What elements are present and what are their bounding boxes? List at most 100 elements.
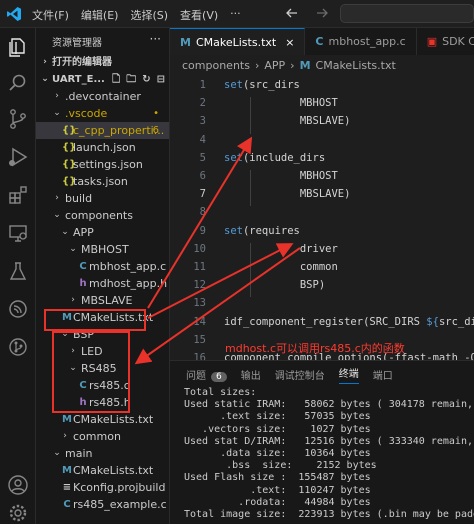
run-debug-icon[interactable] [7, 146, 29, 168]
editor-tab-label: mbhost_app.c [328, 35, 406, 48]
code-line: idf_component_register(SRC_DIRS ${src_di… [224, 315, 474, 328]
tree-folder[interactable]: ⌄ components [36, 207, 169, 224]
tree-file[interactable]: M CMakeLists.txt [36, 462, 169, 479]
remote-explorer-icon[interactable] [7, 222, 29, 244]
line-number: 9 [199, 224, 206, 237]
breadcrumb-item-components[interactable]: components [182, 59, 250, 72]
editor-tab[interactable]: ▣ SDK Configu [416, 28, 474, 55]
tree-folder[interactable]: › common [36, 428, 169, 445]
account-icon[interactable] [7, 474, 29, 496]
panel-tab-ports[interactable]: 端口 [373, 367, 393, 382]
annotation-text: mdhost.c可以调用rs485.c内的函数 [225, 342, 405, 355]
tree-folder[interactable]: ⌄ MBHOST [36, 241, 169, 258]
breadcrumb-separator-icon: › [254, 58, 260, 72]
chevron-right-icon: › [43, 57, 47, 67]
menu-more[interactable]: ··· [230, 7, 241, 23]
menu-edit[interactable]: 编辑(E) [81, 7, 119, 23]
editor-tab[interactable]: M CMakeLists.txt × [170, 28, 306, 55]
menu-file[interactable]: 文件(F) [32, 7, 69, 23]
tree-folder[interactable]: › MBSLAVE [36, 292, 169, 309]
line-number: 8 [199, 206, 206, 219]
tree-item-label: main [65, 447, 93, 460]
editor-tab-label: CMakeLists.txt [195, 35, 277, 49]
settings-gear-icon[interactable] [7, 502, 29, 524]
open-editors-section[interactable]: › 打开的编辑器 [36, 54, 169, 71]
workspace-section[interactable]: ⌄ UART_E... 🗋 🗀 ↻ ⊟ [36, 71, 169, 88]
forward-arrow-icon[interactable] [314, 5, 330, 21]
source-control-icon[interactable] [7, 108, 29, 130]
chevron-right-icon: › [63, 431, 67, 441]
c-file-icon: C [315, 35, 324, 48]
kconfig-file-icon: ≡ [62, 482, 72, 493]
tree-file[interactable]: Crs485_example.c [36, 496, 169, 513]
tree-file[interactable]: M CMakeLists.txt [36, 411, 169, 428]
menu-bar: 文件(F) 编辑(E) 选择(S) 查看(V) ··· [32, 7, 241, 23]
code-editor[interactable]: 1 set(src_dirs 2 MBHOST 3 MBSLAVE) 4 5 set(inc… [170, 75, 474, 375]
explorer-title: 资源管理器 [52, 37, 102, 49]
extensions-icon[interactable] [7, 184, 29, 206]
tree-file[interactable]: {} settings.json [36, 156, 169, 173]
command-center-search[interactable] [340, 4, 474, 23]
line-number: 2 [199, 97, 206, 110]
breadcrumb: components › APP › M CMakeLists.txt [170, 55, 474, 75]
breadcrumb-item-file[interactable]: CMakeLists.txt [316, 59, 396, 72]
code-line: set(src_dirs [224, 79, 300, 91]
cmake-file-icon: M [62, 414, 72, 425]
panel-tabs: 问题 6 输出 调试控制台 终端 端口 [170, 361, 474, 387]
line-number: 13 [193, 297, 206, 310]
chevron-down-icon: ⌄ [41, 74, 49, 84]
panel-tab-problems[interactable]: 问题 6 [186, 367, 227, 382]
terminal-line: .rodata: 44984 bytes [184, 496, 371, 508]
line-number: 4 [199, 133, 206, 146]
tree-file[interactable]: h mdhost_app.h [36, 275, 169, 292]
panel-tab-output[interactable]: 输出 [241, 367, 261, 382]
tree-folder[interactable]: ⌄ APP [36, 224, 169, 241]
panel-tab-debug-console[interactable]: 调试控制台 [275, 367, 325, 382]
testing-flask-icon[interactable] [7, 260, 29, 282]
chevron-down-icon: ⌄ [53, 210, 61, 220]
refresh-icon[interactable]: ↻ [142, 71, 150, 88]
code-line: MBSLAVE) [224, 188, 351, 201]
menu-view[interactable]: 查看(V) [180, 7, 218, 23]
code-line: MBHOST [224, 97, 338, 110]
tree-folder[interactable]: ⌄ main [36, 445, 169, 462]
code-line: set(include_dirs [224, 151, 326, 164]
collapse-all-icon[interactable]: ⊟ [157, 71, 165, 88]
tree-item-label: .vscode [65, 107, 108, 120]
espressif-icon[interactable] [7, 298, 29, 320]
explorer-header: 资源管理器 ··· [36, 28, 169, 54]
search-icon[interactable] [7, 72, 29, 94]
new-folder-icon[interactable]: 🗀 [126, 71, 136, 88]
tree-file[interactable]: {} launch.json [36, 139, 169, 156]
modified-dot-icon: • [153, 108, 159, 119]
highlight-box-bsp [52, 331, 130, 413]
close-tab-icon[interactable]: × [285, 36, 294, 49]
tree-item-label: mbhost_app.c [89, 260, 167, 273]
tree-item-label: APP [73, 226, 94, 239]
tree-item-label: Kconfig.projbuild [73, 481, 166, 494]
breadcrumb-item-app[interactable]: APP [264, 59, 285, 72]
panel-tab-terminal[interactable]: 终端 [338, 365, 359, 384]
line-number: 7 [199, 188, 206, 201]
tree-file[interactable]: ≡ Kconfig.projbuild [36, 479, 169, 496]
tree-file[interactable]: {} c_cpp_properti... 6 [36, 122, 169, 139]
indent-guide [250, 170, 251, 207]
git-graph-icon[interactable] [7, 336, 29, 358]
editor-tab[interactable]: Cmbhost_app.c [305, 28, 417, 55]
terminal-output[interactable]: Total sizes: Used static IRAM: 58062 byte… [170, 387, 474, 521]
new-file-icon[interactable]: 🗋 [112, 71, 120, 88]
json-file-icon: {} [62, 176, 77, 187]
tree-folder[interactable]: › .devcontainer [36, 88, 169, 105]
tree-file[interactable]: {} tasks.json [36, 173, 169, 190]
more-actions-icon[interactable]: ··· [150, 32, 161, 46]
explorer-icon[interactable] [7, 36, 29, 58]
menu-selection[interactable]: 选择(S) [130, 7, 168, 23]
tree-folder[interactable]: ⌄ .vscode • [36, 105, 169, 122]
back-arrow-icon[interactable] [284, 5, 300, 21]
tree-folder[interactable]: › build [36, 190, 169, 207]
line-number: 11 [193, 261, 206, 273]
chevron-down-icon: ⌄ [53, 108, 61, 118]
tree-file[interactable]: Cmbhost_app.c [36, 258, 169, 275]
terminal-line: .bss size: 2152 bytes [184, 460, 377, 472]
line-number: 5 [199, 151, 206, 164]
